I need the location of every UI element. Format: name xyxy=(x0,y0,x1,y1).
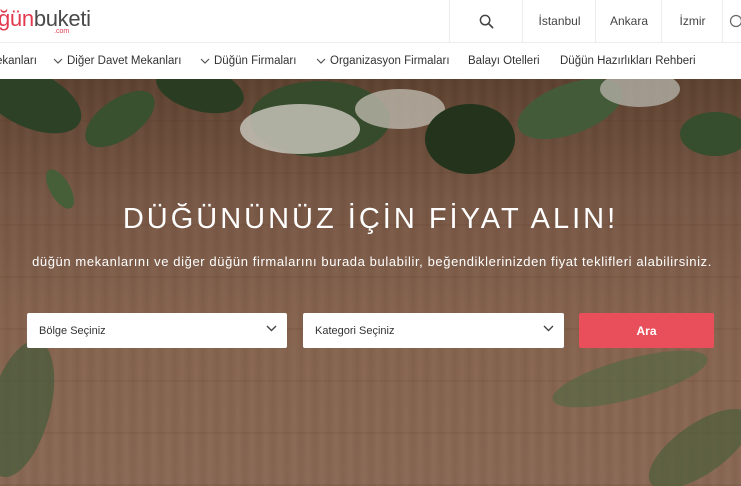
logo-suffix: .com xyxy=(54,28,70,35)
nav-item-organizasyon-firmalari[interactable]: Organizasyon Firmaları xyxy=(316,43,450,79)
nav-item-label: Düğün Hazırlıkları Rehberi xyxy=(560,55,696,67)
search-submit-button[interactable]: Ara xyxy=(579,313,714,348)
nav-item-mekanlar[interactable]: ekanları xyxy=(0,43,37,79)
globe-icon xyxy=(729,14,741,28)
nav-item-label: Düğün Firmaları xyxy=(214,55,297,67)
nav-item-diger-davet-mekanlari[interactable]: Diğer Davet Mekanları xyxy=(53,43,181,79)
site-logo[interactable]: ğünbuketi .com xyxy=(0,6,91,36)
chevron-down-icon xyxy=(53,58,63,64)
category-select[interactable]: Kategori Seçiniz xyxy=(303,313,564,348)
hero-section: DÜĞÜNÜNÜZ İÇİN FİYAT ALIN! düğün mekanla… xyxy=(0,79,741,486)
search-icon xyxy=(479,14,494,28)
chevron-down-icon xyxy=(266,325,277,332)
chevron-down-icon xyxy=(200,58,210,64)
search-button[interactable] xyxy=(449,0,523,42)
city-link-izmir[interactable]: İzmir xyxy=(661,0,723,42)
nav-item-label: ekanları xyxy=(0,55,37,67)
site-header: ğünbuketi .com İstanbul Ankara İzmir xyxy=(0,0,741,43)
logo-text-part1: ğün xyxy=(0,6,34,31)
chevron-down-icon xyxy=(543,325,554,332)
main-nav: ekanları Diğer Davet Mekanları Düğün Fir… xyxy=(0,43,741,79)
nav-item-label: Diğer Davet Mekanları xyxy=(67,55,182,67)
city-link-istanbul[interactable]: İstanbul xyxy=(522,0,596,42)
hero-title: DÜĞÜNÜNÜZ İÇİN FİYAT ALIN! xyxy=(122,203,619,235)
hero-subtitle: düğün mekanlarını ve diğer düğün firmala… xyxy=(32,254,712,269)
nav-item-dugun-firmalari[interactable]: Düğün Firmaları xyxy=(200,43,296,79)
more-cities-button[interactable] xyxy=(722,0,741,42)
region-select[interactable]: Bölge Seçiniz xyxy=(27,313,287,348)
nav-item-dugun-hazirliklari-rehberi[interactable]: Düğün Hazırlıkları Rehberi xyxy=(560,43,696,79)
nav-item-balayi-otelleri[interactable]: Balayı Otelleri xyxy=(468,43,540,79)
nav-item-label: Balayı Otelleri xyxy=(468,55,540,67)
chevron-down-icon xyxy=(316,58,326,64)
nav-item-label: Organizasyon Firmaları xyxy=(330,55,450,67)
category-select-value: Kategori Seçiniz xyxy=(315,324,395,337)
region-select-value: Bölge Seçiniz xyxy=(39,324,106,337)
city-link-ankara[interactable]: Ankara xyxy=(595,0,662,42)
